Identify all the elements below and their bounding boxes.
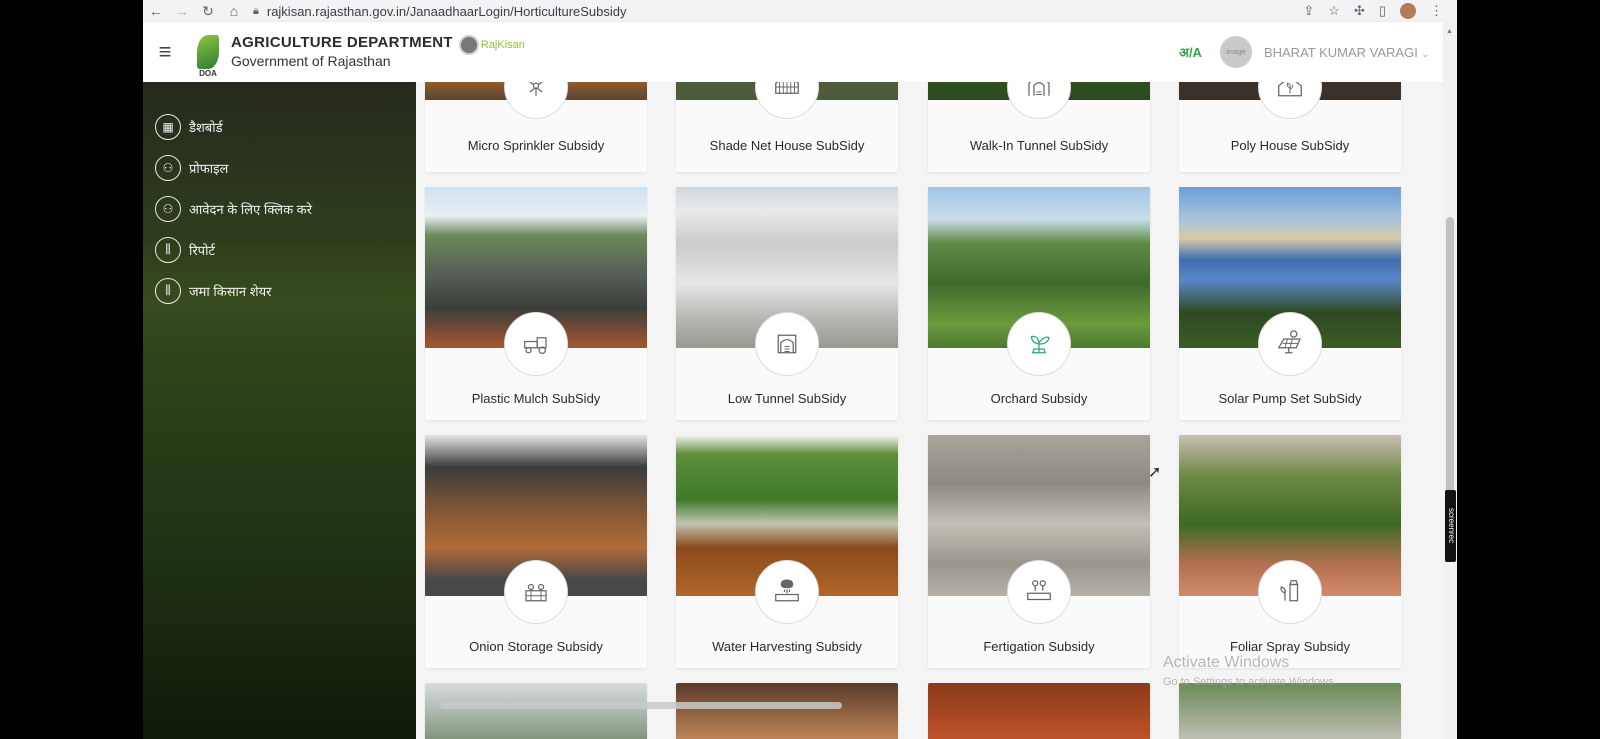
screen: ← → ↻ ⌂ 🔒︎ rajkisan.rajasthan.gov.in/Jan… xyxy=(143,0,1457,739)
subsidy-card[interactable]: Low Tunnel SubSidy xyxy=(676,187,898,420)
subsidy-card[interactable]: Fertigation Subsidy xyxy=(928,435,1150,668)
subsidy-grid: Micro Sprinkler Subsidy Shade Net House S… xyxy=(416,82,1443,739)
browser-toolbar: ← → ↻ ⌂ 🔒︎ rajkisan.rajasthan.gov.in/Jan… xyxy=(143,0,1457,22)
avatar[interactable]: image xyxy=(1219,36,1252,68)
sidebar-item-label: प्रोफाइल xyxy=(189,160,229,176)
sidebar-item-5[interactable]: ⫼ जमा किसान शेयर xyxy=(143,270,416,311)
subsidy-card[interactable]: Micro Sprinkler Subsidy xyxy=(425,82,647,172)
subsidy-card-label: Orchard Subsidy xyxy=(990,391,1088,406)
subsidy-card-label: Plastic Mulch SubSidy xyxy=(471,391,601,406)
chevron-down-icon: ⌄ xyxy=(1421,48,1429,59)
mouse-cursor-icon: ➚ xyxy=(1148,464,1162,481)
home-icon[interactable]: ⌂ xyxy=(221,3,247,19)
sidebar-item-label: आवेदन के लिए क्लिक करे xyxy=(189,201,312,217)
sliders-icon: ⫼ xyxy=(155,277,181,304)
url-text: rajkisan.rajasthan.gov.in/JanaadhaarLogi… xyxy=(266,3,627,19)
sidebar-item-3[interactable]: ⚇ आवेदन के लिए क्लिक करे xyxy=(143,188,416,229)
app-header: ≡ DOA AGRICULTURE DEPARTMENT Government … xyxy=(143,22,1443,82)
screenrec-badge: screenrec xyxy=(1445,490,1456,562)
sidebar-item-4[interactable]: ⫼ रिपोर्ट xyxy=(143,229,416,270)
address-bar[interactable]: 🔒︎ rajkisan.rajasthan.gov.in/JanaadhaarL… xyxy=(253,4,1303,19)
subsidy-card[interactable]: Poly House SubSidy xyxy=(1179,82,1401,172)
subsidy-card-label: Onion Storage Subsidy xyxy=(469,639,603,654)
solar-panel-icon xyxy=(1258,312,1322,376)
subsidy-card[interactable] xyxy=(928,683,1150,739)
subsidy-card[interactable]: Solar Pump Set SubSidy xyxy=(1179,187,1401,420)
logo-text: DOA xyxy=(199,69,217,78)
plant-icon xyxy=(1007,312,1071,376)
subsidy-card[interactable] xyxy=(425,683,647,739)
hamburger-menu-icon[interactable]: ≡ xyxy=(143,39,187,65)
sidebar-item-2[interactable]: ⚇ प्रोफाइल xyxy=(143,147,416,188)
home-indicator xyxy=(440,702,842,709)
share-icon[interactable]: ⇪ xyxy=(1303,3,1314,19)
subsidy-card-label: Foliar Spray Subsidy xyxy=(1230,639,1350,654)
dept-subtitle: Government of Rajasthan xyxy=(231,53,391,69)
storage-crate-icon xyxy=(504,560,568,624)
low-tunnel-icon xyxy=(755,312,819,376)
brand: AGRICULTURE DEPARTMENT Government of Raj… xyxy=(231,34,453,70)
extensions-icon[interactable]: ✣ xyxy=(1354,3,1365,19)
user-icon: ⚇ xyxy=(155,154,181,181)
subsidy-card[interactable] xyxy=(676,683,898,739)
subsidy-card-label: Low Tunnel SubSidy xyxy=(727,391,847,406)
subsidy-card-label: Water Harvesting Subsidy xyxy=(712,639,862,654)
sidebar-item-label: जमा किसान शेयर xyxy=(189,283,272,299)
fertigation-icon xyxy=(1007,560,1071,624)
user-name: BHARAT KUMAR VARAGI xyxy=(1263,44,1418,60)
lock-icon: 🔒︎ xyxy=(253,4,259,17)
emblem-icon xyxy=(458,35,479,55)
subsidy-card-label: Walk-In Tunnel SubSidy xyxy=(969,138,1109,153)
subsidy-card-label: Micro Sprinkler Subsidy xyxy=(467,138,605,153)
forward-icon[interactable]: → xyxy=(169,3,195,19)
sidebar: ▦ डैशबोर्ड ⚇ प्रोफाइल ⚇ आवेदन के लिए क्लिक कर… xyxy=(143,82,416,739)
subsidy-card[interactable]: Onion Storage Subsidy xyxy=(425,435,647,668)
sidebar-item-label: डैशबोर्ड xyxy=(189,119,223,135)
subsidy-card-label: Shade Net House SubSidy xyxy=(709,138,865,153)
subsidy-card[interactable]: Water Harvesting Subsidy xyxy=(676,435,898,668)
water-tank-icon xyxy=(755,560,819,624)
subsidy-card-label: Fertigation Subsidy xyxy=(983,639,1095,654)
scrollbar-thumb[interactable] xyxy=(1446,217,1454,517)
user-menu[interactable]: BHARAT KUMAR VARAGI ⌄ xyxy=(1264,45,1429,60)
subsidy-card-label: Poly House SubSidy xyxy=(1230,138,1350,153)
subsidy-card[interactable]: Plastic Mulch SubSidy xyxy=(425,187,647,420)
sidepanel-icon[interactable]: ▯ xyxy=(1379,3,1386,19)
tractor-icon xyxy=(504,312,568,376)
sprinkler-icon xyxy=(504,82,568,119)
dept-title: AGRICULTURE DEPARTMENT xyxy=(231,34,453,51)
menu-dots-icon[interactable]: ⋮ xyxy=(1430,3,1443,19)
subsidy-card[interactable]: Foliar Spray Subsidy xyxy=(1179,435,1401,668)
tunnel-icon xyxy=(1007,82,1071,119)
doa-logo: DOA xyxy=(193,26,223,78)
reload-icon[interactable]: ↻ xyxy=(195,3,221,20)
star-icon[interactable]: ☆ xyxy=(1328,3,1340,19)
spray-bottle-icon xyxy=(1258,560,1322,624)
subsidy-card[interactable]: Walk-In Tunnel SubSidy xyxy=(928,82,1150,172)
user-icon: ⚇ xyxy=(155,195,181,222)
shade-net-icon xyxy=(755,82,819,119)
sliders-icon: ⫼ xyxy=(155,236,181,263)
subsidy-card[interactable]: Shade Net House SubSidy xyxy=(676,82,898,172)
subsidy-card-label: Solar Pump Set SubSidy xyxy=(1218,391,1362,406)
profile-icon[interactable] xyxy=(1400,3,1416,19)
language-toggle[interactable]: अ/A xyxy=(1179,43,1202,61)
sidebar-item-label: रिपोर्ट xyxy=(189,242,215,258)
activate-windows-watermark: Activate Windows Go to Settings to activ… xyxy=(1163,654,1337,688)
dashboard-icon: ▦ xyxy=(155,113,181,140)
scrollbar[interactable]: ▲ xyxy=(1443,22,1457,739)
rajkisan-label: RajKisan xyxy=(480,39,525,51)
scroll-up-icon[interactable]: ▲ xyxy=(1446,28,1453,35)
rajkisan-logo: RajKisan xyxy=(458,35,525,55)
sidebar-item-1[interactable]: ▦ डैशबोर्ड xyxy=(143,106,416,147)
back-icon[interactable]: ← xyxy=(143,3,169,19)
activate-title: Activate Windows xyxy=(1163,654,1290,671)
subsidy-card[interactable]: Orchard Subsidy xyxy=(928,187,1150,420)
activate-subtitle: Go to Settings to activate Windows. xyxy=(1163,676,1337,688)
subsidy-card[interactable] xyxy=(1179,683,1401,739)
poly-house-icon xyxy=(1258,82,1322,119)
